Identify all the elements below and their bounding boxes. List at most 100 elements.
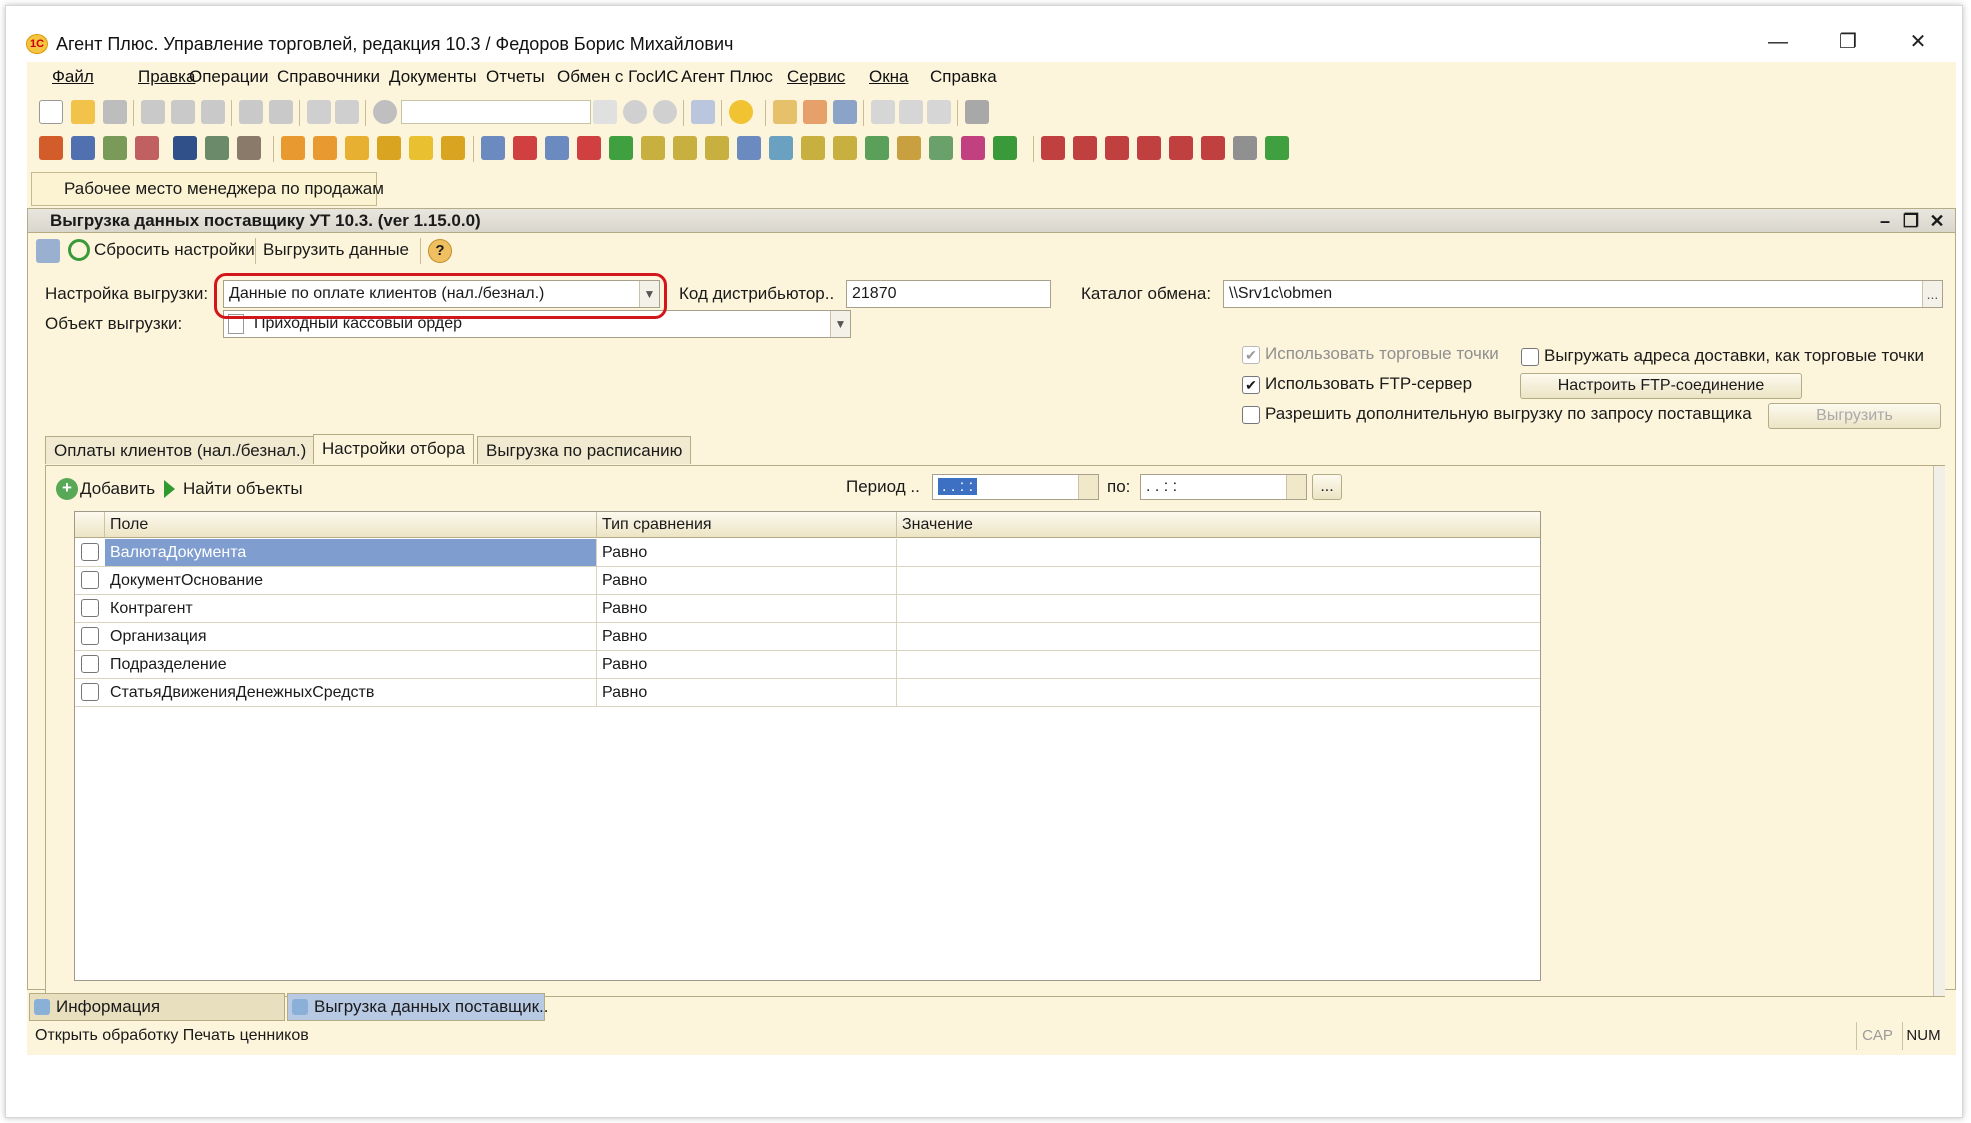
table-row[interactable]: ВалютаДокумента Равно: [75, 539, 1540, 567]
menu-service[interactable]: Сервис: [787, 67, 845, 87]
find-objects-button[interactable]: Найти объекты: [183, 479, 303, 499]
undo-icon[interactable]: [307, 100, 331, 124]
agent-tool-icon[interactable]: [441, 136, 465, 160]
agent-tool-icon[interactable]: [377, 136, 401, 160]
redo-icon[interactable]: [335, 100, 359, 124]
reset-settings-button[interactable]: Сбросить настройки: [94, 240, 255, 260]
menu-reports[interactable]: Отчеты: [486, 67, 545, 87]
row-checkbox[interactable]: [81, 627, 99, 645]
agent-tool-icon[interactable]: [409, 136, 433, 160]
agent-tool-icon[interactable]: [345, 136, 369, 160]
exchange-tool-icon[interactable]: [865, 136, 889, 160]
help-icon[interactable]: ?: [428, 239, 452, 263]
table-row[interactable]: Организация Равно: [75, 623, 1540, 651]
paste-icon[interactable]: [201, 100, 225, 124]
menu-gosis[interactable]: Обмен с ГосИС: [557, 67, 679, 87]
row-checkbox[interactable]: [81, 599, 99, 617]
agent-tool-icon[interactable]: [313, 136, 337, 160]
report-tool-icon[interactable]: [1137, 136, 1161, 160]
save-icon[interactable]: [103, 100, 127, 124]
row-value[interactable]: [897, 539, 1540, 566]
row-compare[interactable]: Равно: [597, 595, 897, 622]
report-tool-icon[interactable]: [1105, 136, 1129, 160]
report-tool-icon[interactable]: [1233, 136, 1257, 160]
cut-icon[interactable]: [141, 100, 165, 124]
table-header-compare[interactable]: Тип сравнения: [597, 512, 897, 538]
exchange-tool-icon[interactable]: [673, 136, 697, 160]
table-row[interactable]: СтатьяДвиженияДенежныхСредств Равно: [75, 679, 1540, 707]
table-row[interactable]: Контрагент Равно: [75, 595, 1540, 623]
menu-documents[interactable]: Документы: [389, 67, 477, 87]
open-folder-icon[interactable]: [71, 100, 95, 124]
inner-minimize-button[interactable]: –: [1874, 211, 1896, 231]
tab-sales-manager-workplace[interactable]: Рабочее место менеджера по продажам: [31, 172, 384, 206]
row-compare[interactable]: Равно: [597, 539, 897, 566]
print-icon[interactable]: [239, 100, 263, 124]
exchange-dir-input[interactable]: \\Srv1c\obmen ...: [1223, 280, 1943, 308]
menu-agent-plus[interactable]: Агент Плюс: [681, 67, 773, 87]
new-document-icon[interactable]: [39, 100, 63, 124]
agent-tool-icon[interactable]: [205, 136, 229, 160]
info-icon[interactable]: [729, 100, 753, 124]
search-icon[interactable]: [373, 100, 397, 124]
row-value[interactable]: [897, 623, 1540, 650]
exchange-tool-icon[interactable]: [641, 136, 665, 160]
row-value[interactable]: [897, 595, 1540, 622]
memory-minus-icon[interactable]: [927, 100, 951, 124]
period-select-button[interactable]: ...: [1312, 474, 1342, 500]
users-icon[interactable]: [833, 100, 857, 124]
inner-restore-button[interactable]: ❐: [1900, 211, 1922, 231]
period-to-input[interactable]: . . : :: [1140, 474, 1307, 500]
use-outlets-checkbox[interactable]: ✔: [1242, 346, 1260, 364]
chevron-down-icon[interactable]: ▼: [830, 311, 850, 337]
agent-tool-icon[interactable]: [71, 136, 95, 160]
export-button[interactable]: Выгрузить: [1768, 403, 1941, 429]
windows-icon[interactable]: [691, 100, 715, 124]
agent-tool-icon[interactable]: [173, 136, 197, 160]
exchange-tool-icon[interactable]: [961, 136, 985, 160]
calendar-icon[interactable]: [803, 100, 827, 124]
menu-help[interactable]: Справка: [930, 67, 997, 87]
memory-m-icon[interactable]: [871, 100, 895, 124]
exchange-tool-icon[interactable]: [833, 136, 857, 160]
row-field[interactable]: ДокументОснование: [105, 567, 597, 594]
row-compare[interactable]: Равно: [597, 679, 897, 706]
menu-operations[interactable]: Операции: [189, 67, 269, 87]
row-checkbox[interactable]: [81, 683, 99, 701]
report-tool-icon[interactable]: [1201, 136, 1225, 160]
row-compare[interactable]: Равно: [597, 623, 897, 650]
vertical-scrollbar[interactable]: [1933, 466, 1945, 996]
row-checkbox[interactable]: [81, 571, 99, 589]
memory-plus-icon[interactable]: [899, 100, 923, 124]
row-value[interactable]: [897, 567, 1540, 594]
export-settings-icon[interactable]: [36, 239, 60, 263]
row-compare[interactable]: Равно: [597, 651, 897, 678]
tab-client-payments[interactable]: Оплаты клиентов (нал./безнал.): [45, 436, 316, 464]
table-header-value[interactable]: Значение: [897, 512, 1540, 538]
print-preview-icon[interactable]: [269, 100, 293, 124]
window-tab-info[interactable]: Информация: [29, 993, 285, 1021]
row-field[interactable]: ВалютаДокумента: [105, 539, 597, 566]
report-tool-icon[interactable]: [1265, 136, 1289, 160]
copy-icon[interactable]: [171, 100, 195, 124]
exchange-tool-icon[interactable]: [577, 136, 601, 160]
exchange-tool-icon[interactable]: [609, 136, 633, 160]
toolbar-search-input[interactable]: [401, 100, 591, 124]
search-prev-icon[interactable]: [623, 100, 647, 124]
exchange-tool-icon[interactable]: [513, 136, 537, 160]
row-checkbox[interactable]: [81, 655, 99, 673]
export-data-button[interactable]: Выгрузить данные: [263, 240, 409, 260]
report-tool-icon[interactable]: [1041, 136, 1065, 160]
add-filter-button[interactable]: Добавить: [80, 479, 155, 499]
exchange-tool-icon[interactable]: [993, 136, 1017, 160]
inner-close-button[interactable]: ✕: [1926, 211, 1948, 231]
exchange-tool-icon[interactable]: [769, 136, 793, 160]
table-header-field[interactable]: Поле: [105, 512, 597, 538]
minimize-button[interactable]: —: [1758, 28, 1798, 56]
report-tool-icon[interactable]: [1073, 136, 1097, 160]
search-next-icon[interactable]: [653, 100, 677, 124]
agent-tool-icon[interactable]: [103, 136, 127, 160]
calendar-icon[interactable]: [1286, 475, 1306, 499]
table-row[interactable]: Подразделение Равно: [75, 651, 1540, 679]
calculator-icon[interactable]: [773, 100, 797, 124]
